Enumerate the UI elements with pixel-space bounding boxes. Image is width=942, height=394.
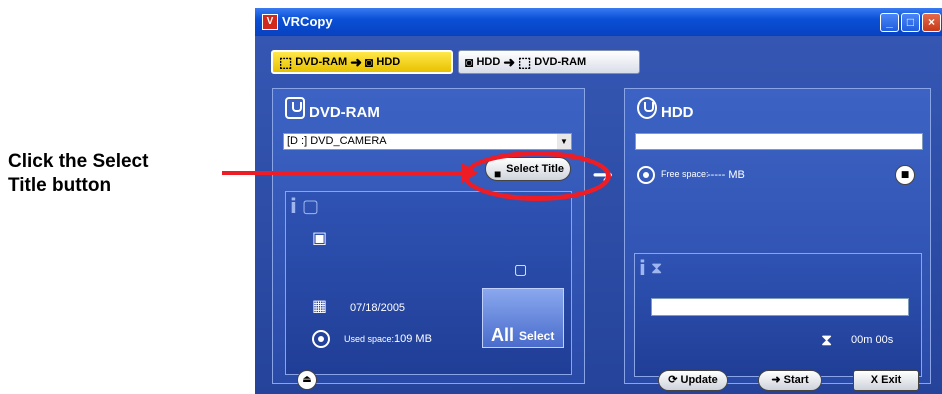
app-icon: V bbox=[262, 14, 278, 30]
dvd-disc-icon: ⬚ bbox=[279, 53, 293, 70]
free-space-label: Free space: bbox=[661, 169, 709, 179]
hdd-icon: ◙ bbox=[465, 54, 474, 70]
tab-from-label: HDD bbox=[476, 56, 501, 68]
free-space-icon bbox=[637, 166, 655, 184]
recording-date: 07/18/2005 bbox=[350, 302, 406, 314]
free-space-value: ----- MB bbox=[707, 169, 745, 181]
title-bar[interactable]: V VRCopy _ □ × bbox=[255, 8, 942, 36]
all-select-main-label: All bbox=[491, 325, 515, 345]
instruction-line-2: Title button bbox=[8, 175, 112, 196]
disc-thumbnail-icon: ▣ bbox=[312, 228, 328, 247]
close-button[interactable]: × bbox=[922, 13, 941, 32]
used-space-value: 109 MB bbox=[394, 333, 432, 345]
tab-hdd-to-dvdram[interactable]: ◙ HDD ➜ ⬚ DVD-RAM bbox=[458, 50, 640, 74]
copy-progress-bar bbox=[651, 298, 909, 316]
vrcopy-window: V VRCopy _ □ × ⬚ DVD-RAM ➜ ◙ HDD ◙ HDD ➜… bbox=[255, 8, 942, 394]
source-panel: DVD-RAM [D :] DVD_CAMERA ▼ ■ Select Titl… bbox=[272, 88, 585, 384]
tab-to-label: DVD-RAM bbox=[534, 56, 587, 68]
destination-title: HDD bbox=[661, 104, 694, 121]
elapsed-time: 00m 00s bbox=[851, 334, 894, 346]
window-title: VRCopy bbox=[282, 14, 333, 29]
chevron-down-icon[interactable]: ▼ bbox=[557, 134, 571, 149]
right-arrow-icon: ➜ bbox=[350, 53, 362, 70]
exit-x-icon: X bbox=[870, 374, 879, 386]
dvd-disc-icon: ⬚ bbox=[518, 53, 532, 70]
highlight-ring bbox=[463, 151, 611, 201]
disc-outline-icon: ▢ bbox=[302, 196, 320, 217]
used-space-label: Used space: bbox=[344, 334, 395, 344]
all-select-button[interactable]: All Select bbox=[482, 288, 564, 348]
hourglass-icon: ⧗ bbox=[821, 330, 833, 349]
info-icon: i bbox=[639, 256, 646, 280]
exit-button[interactable]: X Exit bbox=[853, 370, 919, 391]
tab-from-label: DVD-RAM bbox=[295, 56, 348, 68]
instruction-annotation: Click the Select Title button bbox=[8, 150, 148, 198]
refresh-icon: ⟳ bbox=[668, 374, 678, 386]
start-label: Start bbox=[783, 374, 809, 386]
start-button[interactable]: ➜ Start bbox=[758, 370, 822, 391]
update-button[interactable]: ⟳ Update bbox=[658, 370, 728, 391]
source-title: DVD-RAM bbox=[309, 104, 380, 121]
annotation-arrow bbox=[222, 171, 468, 175]
update-label: Update bbox=[680, 374, 718, 386]
info-icon: i bbox=[290, 194, 297, 218]
minimize-button[interactable]: _ bbox=[880, 13, 899, 32]
tab-dvdram-to-hdd[interactable]: ⬚ DVD-RAM ➜ ◙ HDD bbox=[271, 50, 453, 74]
browse-folder-button[interactable]: ■ bbox=[895, 165, 915, 185]
eject-button[interactable]: ⏏ bbox=[297, 370, 317, 390]
instruction-line-1: Click the Select bbox=[8, 151, 149, 172]
start-arrow-icon: ➜ bbox=[771, 374, 781, 386]
hdd-drive-icon bbox=[637, 97, 657, 119]
disc-usage-icon bbox=[312, 330, 330, 348]
tab-to-label: HDD bbox=[376, 56, 401, 68]
exit-label: Exit bbox=[881, 374, 902, 386]
destination-panel: HDD Free space: ----- MB ■ i ⧗ ⧗ 00m 00s bbox=[624, 88, 931, 384]
drive-select-value: [D :] DVD_CAMERA bbox=[287, 135, 387, 147]
progress-area: i ⧗ ⧗ 00m 00s bbox=[634, 253, 922, 377]
dvd-ram-icon bbox=[285, 97, 305, 119]
destination-path-field[interactable] bbox=[635, 133, 923, 150]
all-select-sub-label: Select bbox=[519, 329, 555, 343]
hourglass-outline-icon: ⧗ bbox=[651, 258, 663, 277]
window-body: ⬚ DVD-RAM ➜ ◙ HDD ◙ HDD ➜ ⬚ DVD-RAM DVD-… bbox=[255, 36, 942, 394]
calendar-clock-icon: ▦ bbox=[312, 296, 328, 315]
title-info-area: i ▢ ▣ ▢ ▦ 07/18/2005 Used space: 109 MB … bbox=[285, 191, 572, 375]
disc-small-icon: ▢ bbox=[514, 262, 528, 278]
right-arrow-icon: ➜ bbox=[503, 53, 516, 70]
hdd-icon: ◙ bbox=[364, 54, 374, 70]
maximize-button[interactable]: □ bbox=[901, 13, 920, 32]
drive-select[interactable]: [D :] DVD_CAMERA ▼ bbox=[283, 133, 572, 150]
